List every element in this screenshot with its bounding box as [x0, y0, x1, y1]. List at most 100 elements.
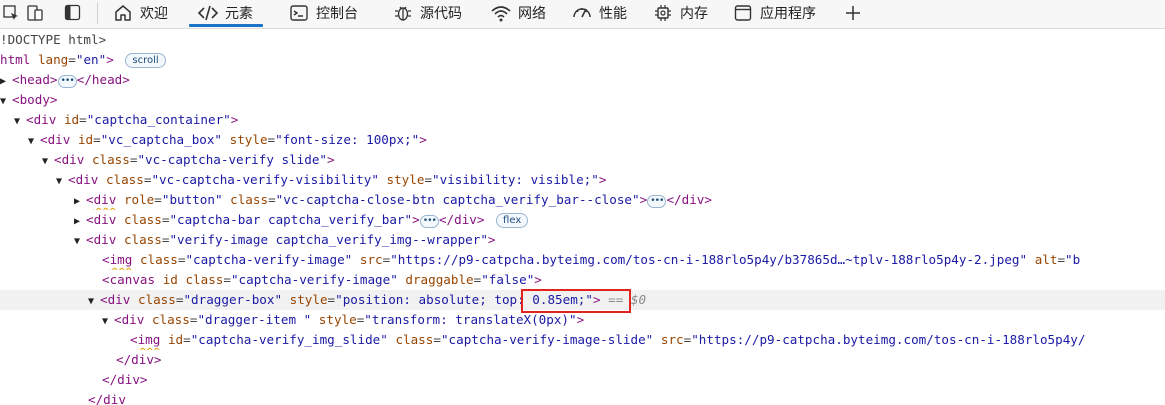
collapse-arrow-icon[interactable]: ▼	[74, 232, 86, 250]
tab-label: 欢迎	[140, 5, 168, 22]
attr-name: class	[151, 312, 190, 327]
tab-label: 网络	[518, 5, 546, 22]
tab-elements[interactable]: 元素	[189, 0, 263, 27]
attr-name: style	[386, 172, 425, 187]
collapse-arrow-icon[interactable]: ▼	[102, 312, 114, 330]
tag-name: html	[0, 52, 31, 67]
attr-value: "captcha-verify-image"	[230, 272, 398, 287]
attr-name: class	[230, 192, 269, 207]
tab-label: 内存	[680, 5, 708, 22]
tag-name: <body>	[12, 92, 58, 107]
inspect-element-icon[interactable]	[2, 0, 20, 25]
home-icon	[112, 2, 134, 24]
attr-name: class	[139, 252, 178, 267]
device-emulation-icon[interactable]	[24, 0, 46, 25]
tag-name: div	[93, 192, 117, 207]
dom-tree[interactable]: !DOCTYPE html> html lang="en"> scroll ▶ <…	[0, 28, 1165, 405]
tree-row-canvas[interactable]: <canvas id class="captcha-verify-image" …	[0, 270, 1165, 290]
tag-name: div	[33, 112, 57, 127]
tag-close: </div>	[116, 352, 162, 367]
tag-close: </div>	[666, 192, 712, 207]
ellipsis-icon[interactable]: •••	[57, 75, 77, 88]
tree-row-visibility[interactable]: ▼ <div class="vc-captcha-verify-visibilit…	[0, 170, 1165, 190]
code-icon	[197, 2, 219, 24]
attr-value-link[interactable]: "https://p9-catpcha.byteimg.com/tos-cn-i…	[390, 252, 1027, 267]
attr-value: "dragger-box"	[183, 292, 283, 307]
tree-row-captcha-bar[interactable]: ▶ <div class="captcha-bar captcha_verify_…	[0, 210, 1165, 230]
expand-arrow-icon[interactable]: ▶	[74, 192, 86, 210]
collapse-arrow-icon[interactable]: ▼	[28, 132, 40, 150]
tree-row-dragger-box-selected[interactable]: ▼ <div class="dragger-box" style="positio…	[0, 290, 1165, 310]
tree-row-vc-captcha-box[interactable]: ▼ <div id="vc_captcha_box" style="font-si…	[0, 130, 1165, 150]
attr-name: class	[105, 172, 144, 187]
tree-row-verify-image[interactable]: ▼ <div class="verify-image captcha_verify…	[0, 230, 1165, 250]
console-icon	[288, 2, 310, 24]
attr-value: "captcha-verify-image"	[185, 252, 353, 267]
tree-row-doctype[interactable]: !DOCTYPE html>	[0, 30, 1165, 50]
tree-row-close-div[interactable]: </div>	[0, 350, 1165, 370]
bug-icon	[392, 2, 414, 24]
tag-close: </head>	[76, 72, 130, 87]
attr-name: role	[123, 192, 155, 207]
attr-name: class	[123, 212, 162, 227]
expand-arrow-icon[interactable]: ▶	[74, 212, 86, 230]
tree-row-dragger-item[interactable]: ▼ <div class="dragger-item " style="trans…	[0, 310, 1165, 330]
tag-name: div	[93, 232, 117, 247]
tree-row-img-slide[interactable]: <img id="captcha-verify_img_slide" class…	[0, 330, 1165, 350]
attr-name: class	[137, 292, 176, 307]
attr-name: id	[167, 332, 184, 347]
ellipsis-icon[interactable]: •••	[647, 195, 667, 208]
tag-name: <head>	[12, 72, 58, 87]
attr-value: "vc_captcha_box"	[100, 132, 223, 147]
attr-name: id	[77, 132, 94, 147]
attr-value-end: "	[585, 292, 593, 307]
attr-name: class	[185, 272, 224, 287]
attr-name: src	[660, 332, 684, 347]
collapse-arrow-icon[interactable]: ▼	[14, 112, 26, 130]
attr-value: "dragger-item "	[197, 312, 312, 327]
scroll-badge[interactable]: scroll	[125, 53, 166, 68]
tab-label: 应用程序	[760, 5, 816, 22]
tree-row-html[interactable]: html lang="en"> scroll	[0, 50, 1165, 70]
ellipsis-icon[interactable]: •••	[419, 215, 439, 228]
plus-icon[interactable]	[842, 0, 864, 25]
toolbar-separator	[97, 2, 98, 24]
tab-performance[interactable]: 性能	[571, 0, 627, 25]
expand-arrow-icon[interactable]: ▶	[0, 72, 12, 90]
attr-value-link[interactable]: "https://p9-catpcha.byteimg.com/tos-cn-i…	[691, 332, 1085, 347]
tree-row-close-btn[interactable]: ▶ <div role="button" class="vc-captcha-cl…	[0, 190, 1165, 210]
tab-application[interactable]: 应用程序	[732, 0, 816, 25]
attr-value-highlighted: top: 0.85em;	[494, 292, 586, 307]
dock-side-icon[interactable]	[62, 0, 82, 25]
tree-row-head[interactable]: ▶ <head> ••• </head>	[0, 70, 1165, 90]
tree-row-img[interactable]: <img class="captcha-verify-image" src="h…	[0, 250, 1165, 270]
tree-row-captcha-container[interactable]: ▼ <div id="captcha_container">	[0, 110, 1165, 130]
attr-value: "b	[1065, 252, 1081, 267]
attr-name: lang	[37, 52, 69, 67]
collapse-arrow-icon[interactable]: ▼	[88, 292, 100, 310]
tab-network[interactable]: 网络	[490, 0, 546, 25]
tag-name: div	[121, 312, 145, 327]
attr-value: "captcha-verify-image-slide"	[440, 332, 654, 347]
tree-row-close-div[interactable]: </div>	[0, 370, 1165, 390]
attr-value: "position: absolute;	[335, 292, 487, 307]
tab-welcome[interactable]: 欢迎	[112, 0, 168, 25]
tree-row-close-div-partial[interactable]: </div	[0, 390, 1165, 405]
tree-row-verify-slide[interactable]: ▼ <div class="vc-captcha-verify slide">	[0, 150, 1165, 170]
attr-value: "transform: translateX(0px)"	[364, 312, 577, 327]
tab-label: 元素	[225, 5, 253, 22]
attr-name: class	[123, 232, 162, 247]
attr-name: style	[318, 312, 357, 327]
collapse-arrow-icon[interactable]: ▼	[0, 92, 12, 110]
collapse-arrow-icon[interactable]: ▼	[42, 152, 54, 170]
collapse-arrow-icon[interactable]: ▼	[56, 172, 68, 190]
tree-row-body[interactable]: ▼ <body>	[0, 90, 1165, 110]
tag-name: div	[93, 212, 117, 227]
attr-name: style	[229, 132, 268, 147]
attr-value: "captcha-verify_img_slide"	[190, 332, 388, 347]
tab-label: 性能	[599, 5, 627, 22]
flex-badge[interactable]: flex	[496, 213, 529, 228]
tab-console[interactable]: 控制台	[288, 0, 358, 25]
tab-sources[interactable]: 源代码	[392, 0, 462, 25]
tab-memory[interactable]: 内存	[652, 0, 708, 25]
